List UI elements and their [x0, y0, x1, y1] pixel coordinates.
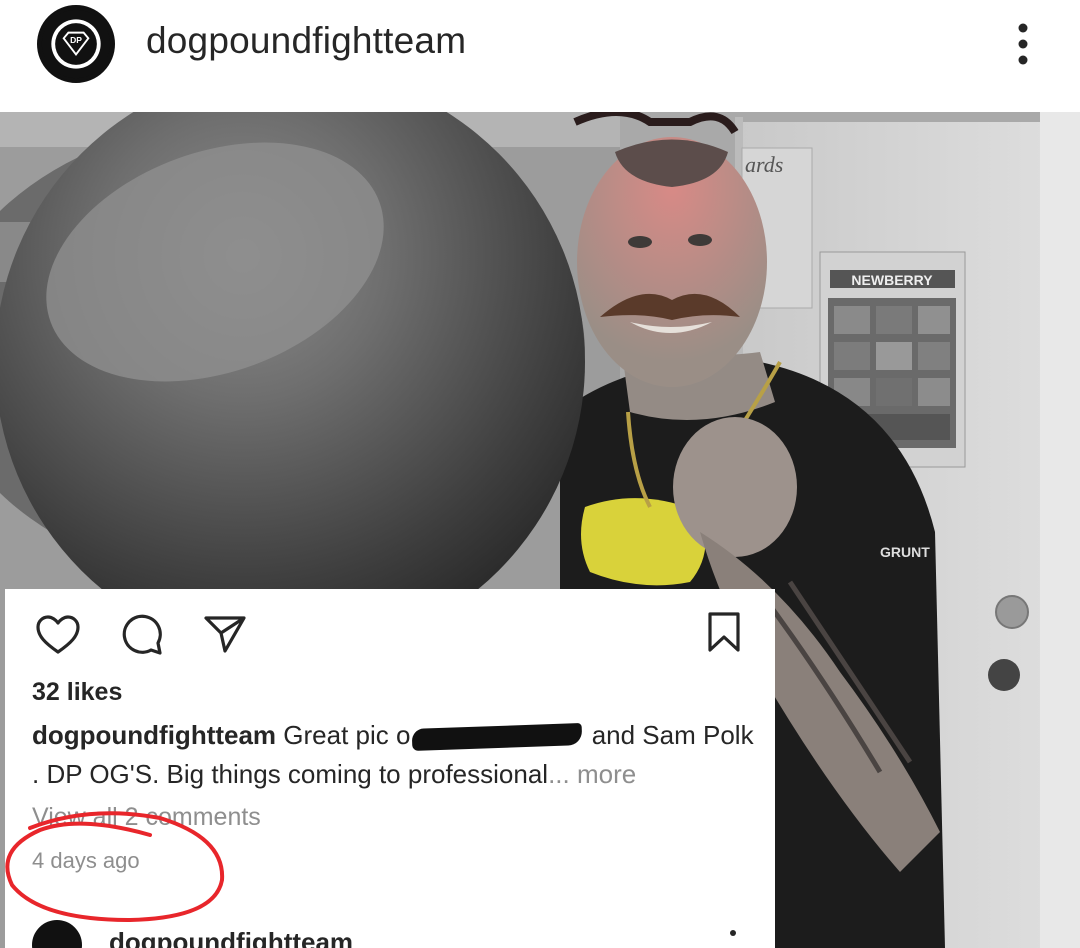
next-post-more-button[interactable] [729, 927, 737, 948]
dp-logo-icon: DP [41, 9, 111, 79]
like-button[interactable] [35, 614, 81, 656]
caption-more-link[interactable]: ... more [548, 759, 636, 789]
post-card: 32 likes dogpoundfightteam Great pic o a… [5, 589, 775, 948]
send-icon [204, 616, 246, 653]
more-vertical-icon [730, 930, 736, 936]
more-vertical-icon [1018, 23, 1028, 65]
caption-text-before: Great pic o [283, 720, 411, 750]
header-username[interactable]: dogpoundfightteam [146, 20, 466, 62]
redaction-mark [412, 723, 583, 752]
comment-button[interactable] [120, 613, 164, 657]
post-header: DP dogpoundfightteam [0, 0, 1080, 112]
heart-icon [36, 615, 80, 654]
view-comments-link[interactable]: View all 2 comments [32, 803, 261, 832]
post-caption: dogpoundfightteam Great pic o and Sam Po… [32, 716, 762, 794]
sign-text: ards [745, 152, 783, 177]
caption-username[interactable]: dogpoundfightteam [32, 720, 276, 750]
post-timestamp: 4 days ago [32, 848, 140, 873]
save-button[interactable] [707, 611, 741, 653]
svg-text:DP: DP [70, 35, 82, 45]
next-post-username[interactable]: dogpoundfightteam [109, 927, 353, 948]
poster-header: NEWBERRY [851, 272, 933, 288]
profile-avatar[interactable]: DP [37, 5, 115, 83]
share-button[interactable] [203, 614, 247, 654]
comment-icon [122, 614, 162, 655]
next-post-avatar[interactable] [32, 920, 82, 948]
sleeve-text: GRUNT [880, 544, 930, 560]
more-options-button[interactable] [1006, 20, 1040, 68]
likes-count[interactable]: 32 likes [32, 678, 122, 707]
bookmark-icon [708, 612, 740, 652]
